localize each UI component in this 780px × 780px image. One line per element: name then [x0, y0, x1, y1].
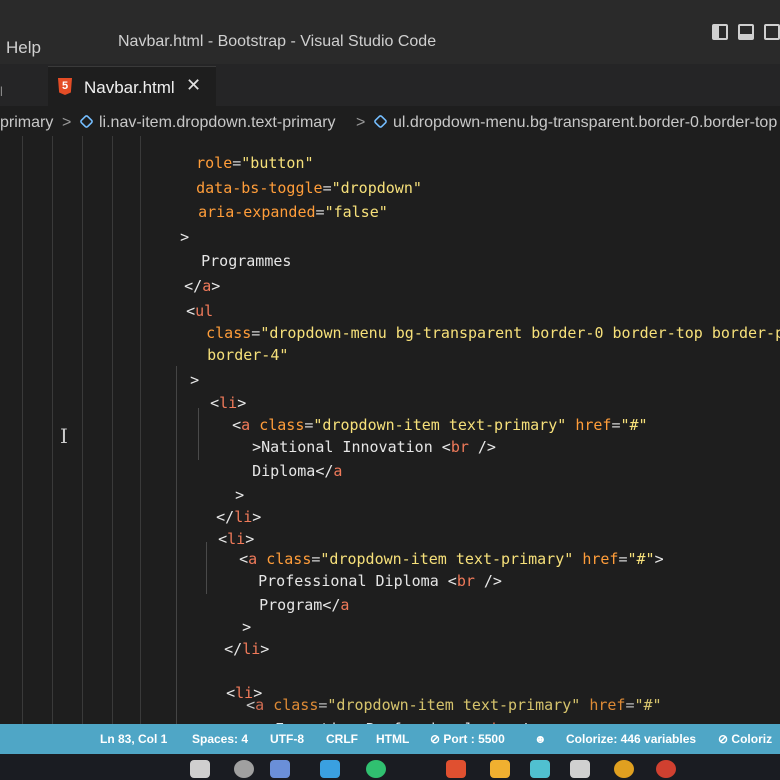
widgets-icon[interactable] — [270, 760, 290, 778]
indent-guide — [82, 136, 83, 740]
menu-help[interactable]: Help — [6, 38, 41, 58]
tab-edge: l — [0, 84, 3, 99]
indent-guide — [140, 136, 141, 740]
customize-layout-icon[interactable] — [764, 24, 780, 40]
status-encoding[interactable]: UTF-8 — [270, 732, 304, 746]
status-bar: Ln 83, Col 1 Spaces: 4 UTF-8 CRLF HTML ⊘… — [0, 724, 780, 754]
status-indentation[interactable]: Spaces: 4 — [192, 732, 248, 746]
indent-guide — [112, 136, 113, 740]
close-icon[interactable]: ✕ — [186, 75, 201, 96]
vscode-icon[interactable] — [320, 760, 340, 778]
status-eol[interactable]: CRLF — [326, 732, 358, 746]
brave-icon[interactable] — [446, 760, 466, 778]
task-view-icon[interactable] — [234, 760, 254, 778]
copilot-icon[interactable]: ☻ — [534, 732, 547, 746]
title-bar: Help Navbar.html - Bootstrap - Visual St… — [0, 0, 780, 64]
code-editor[interactable]: role="button" data-bs-toggle="dropdown" … — [0, 136, 780, 740]
chrome-icon[interactable] — [614, 760, 634, 778]
status-language[interactable]: HTML — [376, 732, 409, 746]
folder-icon[interactable] — [490, 760, 510, 778]
cancel-icon: ⊘ — [718, 732, 729, 746]
toggle-sidebar-icon[interactable] — [712, 24, 728, 40]
terminal-icon[interactable] — [570, 760, 590, 778]
broadcast-icon: ⊘ — [430, 732, 441, 746]
breadcrumb-separator: > — [356, 114, 366, 131]
text-cursor-icon: I — [60, 424, 68, 448]
chrome-canary-icon[interactable] — [656, 760, 676, 778]
status-cursor-position[interactable]: Ln 83, Col 1 — [100, 732, 167, 746]
chat-icon[interactable] — [366, 760, 386, 778]
os-taskbar — [0, 754, 780, 780]
code-line: aria-expanded="false" — [198, 203, 388, 221]
indent-guide — [22, 136, 23, 740]
window-title: Navbar.html - Bootstrap - Visual Studio … — [118, 33, 437, 50]
breadcrumb-item-primary[interactable]: primary — [0, 114, 53, 132]
indent-guide — [52, 136, 53, 740]
breadcrumb-separator: > — [62, 114, 72, 131]
status-colorize-toggle[interactable]: ⊘ Coloriz — [718, 732, 772, 746]
search-icon[interactable] — [190, 760, 210, 778]
element-icon — [373, 114, 388, 129]
code-token: = — [315, 203, 325, 221]
element-icon — [79, 114, 94, 129]
layout-controls — [712, 24, 780, 40]
breadcrumb-item-li[interactable]: li.nav-item.dropdown.text-primary — [79, 114, 336, 132]
toggle-panel-icon[interactable] — [738, 24, 754, 40]
breadcrumb-item-ul[interactable]: ul.dropdown-menu.bg-transparent.border-0… — [373, 114, 777, 132]
html5-icon: 5 — [58, 78, 72, 95]
store-icon[interactable] — [530, 760, 550, 778]
tab-label: Navbar.html — [84, 78, 175, 97]
breadcrumb: primary > li.nav-item.dropdown.text-prim… — [0, 108, 780, 134]
status-live-server[interactable]: ⊘ Port : 5500 — [430, 732, 505, 746]
tab-navbar-html[interactable]: 5 Navbar.html ✕ — [48, 66, 216, 106]
status-colorize[interactable]: Colorize: 446 variables — [566, 732, 696, 746]
